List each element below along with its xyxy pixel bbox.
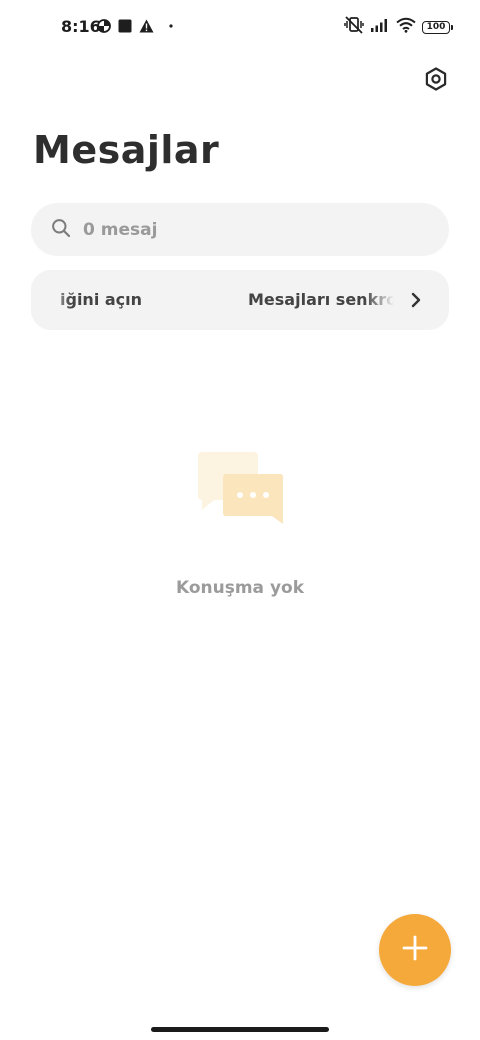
search-input[interactable]: 0 mesaj: [31, 203, 449, 256]
settings-button[interactable]: [422, 67, 450, 95]
chat-bubbles-icon: [194, 452, 286, 534]
battery-level: 100: [426, 22, 446, 32]
notification-square-icon: [118, 18, 132, 37]
status-time: 8:16: [61, 17, 101, 36]
page-title: Mesajlar: [33, 128, 220, 172]
signal-icon: [370, 17, 390, 37]
data-saver-icon: [97, 18, 111, 37]
battery-indicator: 100: [422, 20, 453, 34]
sync-banner-fade: [31, 270, 71, 330]
empty-conversations-illustration: [194, 450, 286, 530]
chevron-right-icon: [407, 291, 425, 309]
status-left-icons: [97, 18, 175, 37]
settings-hexagon-icon: [423, 66, 449, 96]
new-message-button[interactable]: [379, 914, 451, 986]
plus-icon: [401, 934, 429, 966]
search-placeholder: 0 mesaj: [83, 219, 158, 240]
gesture-nav-handle[interactable]: [151, 1027, 329, 1032]
sync-banner-text-scrolled: iğini açın: [60, 290, 143, 309]
messages-screen: 8:16 100 Mesajlar 0 mesaj iğini açın Mes…: [0, 0, 480, 1040]
empty-state-message: Konuşma yok: [175, 578, 305, 598]
sync-messages-banner[interactable]: iğini açın Mesajları senkro: [31, 270, 449, 330]
status-bar: 8:16 100: [0, 0, 480, 56]
sync-banner-text: Mesajları senkro: [248, 290, 394, 309]
warning-icon: [139, 18, 154, 37]
status-right-icons: 100: [344, 16, 453, 38]
more-notifications-dot-icon: [161, 18, 175, 37]
vibrate-silent-icon: [344, 16, 364, 38]
wifi-icon: [396, 17, 416, 37]
search-icon: [51, 218, 71, 242]
